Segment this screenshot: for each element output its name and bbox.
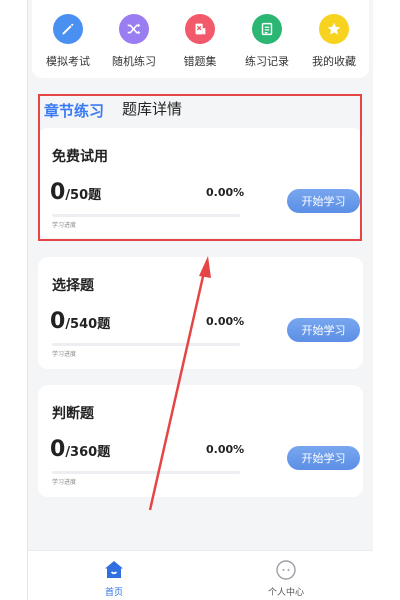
total-count: /360题 bbox=[65, 445, 111, 460]
record-icon bbox=[252, 14, 282, 44]
bottom-tab-bar: 首页 个人中心 bbox=[28, 550, 373, 600]
total-count: /540题 bbox=[65, 317, 111, 332]
start-study-button[interactable]: 开始学习 bbox=[287, 446, 360, 470]
tab-home[interactable]: 首页 bbox=[74, 559, 154, 598]
progress-label: 学习进度 bbox=[52, 479, 77, 486]
progress-bar bbox=[52, 471, 240, 474]
done-count: 0 bbox=[50, 437, 66, 462]
progress-label: 学习进度 bbox=[52, 222, 77, 229]
quick-item-label: 练习记录 bbox=[245, 55, 289, 68]
quick-item-label: 错题集 bbox=[183, 55, 217, 68]
quick-item-random-practice[interactable]: 随机练习 bbox=[104, 14, 164, 69]
quick-item-my-favorites[interactable]: 我的收藏 bbox=[304, 14, 364, 69]
app-screen: 模拟考试 随机练习 错题集 练习记录 我的收藏 章节练习 题库详情 免费试用 0… bbox=[28, 0, 373, 600]
question-count: 0/360题 bbox=[50, 437, 110, 462]
quick-item-label: 我的收藏 bbox=[312, 55, 356, 68]
profile-icon bbox=[276, 560, 296, 580]
done-count: 0 bbox=[50, 309, 66, 334]
progress-percent: 0.00% bbox=[206, 186, 245, 199]
progress-percent: 0.00% bbox=[206, 315, 245, 328]
tab-profile-label: 个人中心 bbox=[267, 588, 304, 598]
progress-percent: 0.00% bbox=[206, 443, 245, 456]
home-icon bbox=[105, 561, 123, 578]
quick-item-wrong-questions[interactable]: 错题集 bbox=[170, 14, 230, 69]
progress-label: 学习进度 bbox=[52, 351, 77, 358]
quick-item-label: 模拟考试 bbox=[46, 55, 90, 68]
pencil-icon bbox=[53, 14, 83, 44]
progress-bar bbox=[52, 214, 240, 217]
star-icon bbox=[319, 14, 349, 44]
practice-card-free-trial: 免费试用 0/50题 0.00% 学习进度 开始学习 bbox=[38, 128, 363, 238]
start-study-button[interactable]: 开始学习 bbox=[287, 318, 360, 342]
quick-item-mock-exam[interactable]: 模拟考试 bbox=[38, 14, 98, 69]
card-title: 判断题 bbox=[52, 406, 94, 422]
total-count: /50题 bbox=[65, 188, 102, 203]
quick-item-practice-record[interactable]: 练习记录 bbox=[237, 14, 297, 69]
tab-home-label: 首页 bbox=[104, 588, 123, 598]
done-count: 0 bbox=[50, 180, 66, 205]
progress-bar bbox=[52, 343, 240, 346]
error-book-icon bbox=[185, 14, 215, 44]
tab-profile[interactable]: 个人中心 bbox=[246, 559, 326, 598]
start-study-button[interactable]: 开始学习 bbox=[287, 189, 360, 213]
practice-card-multiple-choice: 选择题 0/540题 0.00% 学习进度 开始学习 bbox=[38, 257, 363, 369]
tab-question-bank-details[interactable]: 题库详情 bbox=[122, 98, 182, 119]
card-title: 选择题 bbox=[52, 278, 94, 294]
quick-item-label: 随机练习 bbox=[112, 55, 156, 68]
card-title: 免费试用 bbox=[52, 149, 108, 165]
question-count: 0/540题 bbox=[50, 309, 110, 334]
tab-chapter-practice[interactable]: 章节练习 bbox=[44, 100, 104, 121]
practice-card-true-false: 判断题 0/360题 0.00% 学习进度 开始学习 bbox=[38, 385, 363, 497]
shuffle-icon bbox=[119, 14, 149, 44]
question-count: 0/50题 bbox=[50, 180, 101, 205]
quick-menu: 模拟考试 随机练习 错题集 练习记录 我的收藏 bbox=[32, 0, 369, 78]
